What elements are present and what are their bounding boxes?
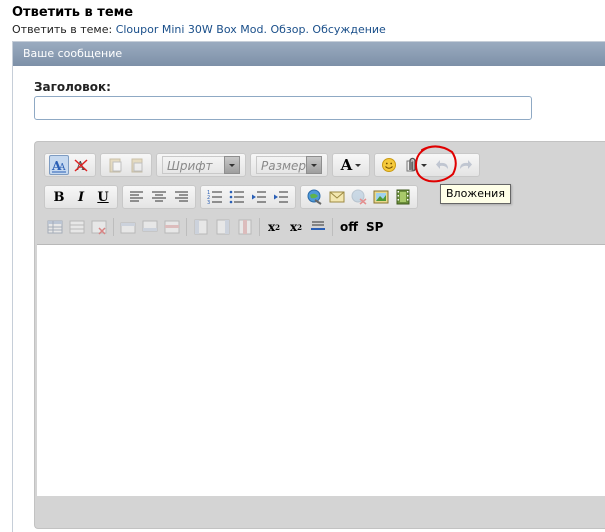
table-row-above-icon[interactable] bbox=[118, 217, 138, 237]
chevron-down-icon[interactable] bbox=[306, 156, 322, 174]
bold-button[interactable]: B bbox=[49, 187, 69, 207]
toolbar-group-align bbox=[122, 185, 196, 209]
remove-link-icon[interactable] bbox=[349, 187, 369, 207]
panel-title: Ваше сообщение bbox=[13, 42, 605, 66]
toolbar-group-size: Размер bbox=[250, 153, 328, 177]
thread-link[interactable]: Cloupor Mini 30W Box Mod. Обзор. Обсужде… bbox=[116, 23, 386, 36]
table-remove-row-icon[interactable] bbox=[162, 217, 182, 237]
paste-icon[interactable] bbox=[105, 155, 125, 175]
toolbar-separator bbox=[259, 218, 260, 236]
toolbar-group-font: Шрифт bbox=[156, 153, 246, 177]
editor: AA A Шрифт Размер bbox=[34, 141, 605, 529]
switch-mode-icon[interactable]: AA bbox=[49, 155, 69, 175]
superscript-button[interactable]: x2 bbox=[286, 217, 306, 237]
breadcrumb: Ответить в теме: Cloupor Mini 30W Box Mo… bbox=[12, 23, 386, 36]
attachments-tooltip: Вложения bbox=[440, 184, 511, 204]
attachments-button[interactable] bbox=[401, 155, 431, 175]
align-right-icon[interactable] bbox=[171, 187, 191, 207]
toolbar-group-media bbox=[300, 185, 418, 209]
insert-link-icon[interactable] bbox=[305, 187, 325, 207]
toolbar-group-format: AA A bbox=[44, 153, 96, 177]
toolbar-row-3: x2 x2 off SP bbox=[44, 214, 387, 240]
redo-icon[interactable] bbox=[455, 155, 475, 175]
superscript-base: x bbox=[289, 220, 298, 234]
toolbar-group-insert bbox=[374, 153, 480, 177]
insert-email-icon[interactable] bbox=[327, 187, 347, 207]
table-col-left-icon[interactable] bbox=[191, 217, 211, 237]
toolbar-group-color: A bbox=[332, 153, 370, 177]
spoiler-button[interactable]: SP bbox=[363, 217, 386, 237]
paperclip-icon bbox=[406, 157, 416, 172]
undo-icon[interactable] bbox=[433, 155, 453, 175]
chevron-down-icon[interactable] bbox=[224, 156, 240, 174]
message-textarea[interactable] bbox=[37, 244, 605, 496]
indent-icon[interactable] bbox=[271, 187, 291, 207]
ordered-list-icon[interactable]: 123 bbox=[205, 187, 225, 207]
insert-table-icon[interactable] bbox=[45, 217, 65, 237]
insert-image-icon[interactable] bbox=[371, 187, 391, 207]
toolbar-group-lists: 123 bbox=[200, 185, 296, 209]
toolbar-separator bbox=[113, 218, 114, 236]
table-col-right-icon[interactable] bbox=[213, 217, 233, 237]
align-left-icon[interactable] bbox=[127, 187, 147, 207]
heading-label: Заголовок: bbox=[34, 80, 111, 94]
toolbar-group-style: B I U bbox=[44, 185, 118, 209]
toolbar-group-clipboard bbox=[100, 153, 152, 177]
svg-text:3: 3 bbox=[207, 200, 210, 205]
unordered-list-icon[interactable] bbox=[227, 187, 247, 207]
align-center-icon[interactable] bbox=[149, 187, 169, 207]
underline-button[interactable]: U bbox=[93, 187, 113, 207]
off-button[interactable]: off bbox=[337, 217, 361, 237]
subscript-base: x bbox=[267, 220, 276, 234]
horizontal-rule-icon[interactable] bbox=[308, 217, 328, 237]
heading-input[interactable] bbox=[34, 96, 532, 120]
table-delete-row-icon[interactable] bbox=[67, 217, 87, 237]
italic-button[interactable]: I bbox=[71, 187, 91, 207]
font-color-button[interactable]: A bbox=[337, 155, 365, 175]
size-select[interactable]: Размер bbox=[256, 155, 322, 175]
paste-text-icon[interactable] bbox=[127, 155, 147, 175]
font-color-icon: A bbox=[340, 156, 353, 174]
toolbar-group-table: x2 x2 off SP bbox=[44, 215, 387, 239]
message-panel: Ваше сообщение Заголовок: AA A Шрифт bbox=[12, 41, 605, 532]
insert-video-icon[interactable] bbox=[393, 187, 413, 207]
toolbar-row-1: AA A Шрифт Размер bbox=[44, 152, 484, 178]
toolbar-separator bbox=[332, 218, 333, 236]
superscript-mark: 2 bbox=[297, 222, 303, 232]
table-row-below-icon[interactable] bbox=[140, 217, 160, 237]
table-remove-col-icon[interactable] bbox=[235, 217, 255, 237]
page-title: Ответить в теме bbox=[12, 5, 134, 20]
size-select-label: Размер bbox=[256, 156, 306, 174]
table-delete-icon[interactable] bbox=[89, 217, 109, 237]
remove-format-icon[interactable]: A bbox=[71, 155, 91, 175]
subtitle-prefix: Ответить в теме: bbox=[12, 23, 116, 36]
smilie-icon[interactable] bbox=[379, 155, 399, 175]
subscript-mark: 2 bbox=[275, 222, 281, 232]
font-select-label: Шрифт bbox=[162, 156, 224, 174]
font-select[interactable]: Шрифт bbox=[162, 155, 240, 175]
subscript-button[interactable]: x2 bbox=[264, 217, 284, 237]
toolbar-separator bbox=[186, 218, 187, 236]
outdent-icon[interactable] bbox=[249, 187, 269, 207]
toolbar-row-2: B I U 123 bbox=[44, 184, 422, 210]
